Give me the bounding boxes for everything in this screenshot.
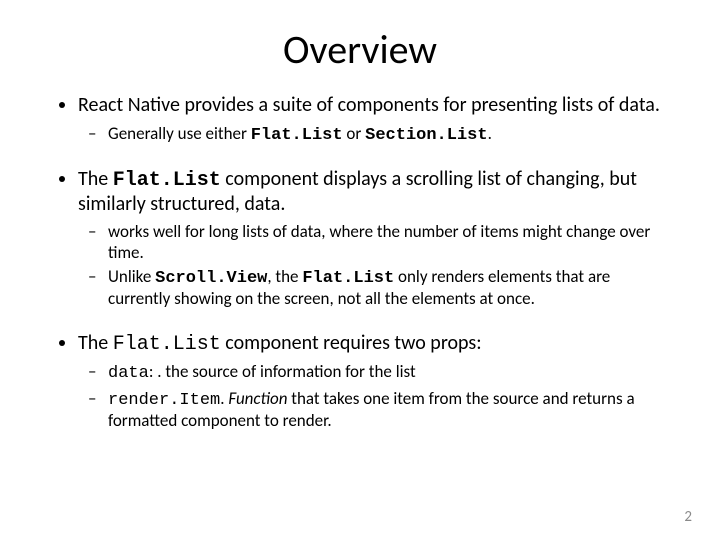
bullet-text: React Native provides a suite of compone… bbox=[78, 93, 660, 117]
sub-item: Generally use either Flat.List or Sectio… bbox=[108, 124, 670, 146]
sub-item: works well for long lists of data, where… bbox=[108, 222, 670, 263]
bullet-list: React Native provides a suite of compone… bbox=[50, 94, 670, 432]
code-renderitem-prop: render.Item bbox=[108, 391, 220, 410]
code-data-prop: data bbox=[108, 364, 149, 383]
code-sectionlist: Section.List bbox=[365, 126, 487, 145]
code-flatlist: Flat.List bbox=[113, 169, 221, 192]
sub-item: Unlike Scroll.View, the Flat.List only r… bbox=[108, 267, 670, 310]
sub-item: render.Item. Function that takes one ite… bbox=[108, 389, 670, 432]
slide-title: Overview bbox=[50, 25, 670, 74]
sub-list: data: . the source of information for th… bbox=[78, 362, 670, 431]
sub-item: data: . the source of information for th… bbox=[108, 362, 670, 384]
bullet-item: The Flat.List component requires two pro… bbox=[78, 332, 670, 432]
sub-list: works well for long lists of data, where… bbox=[78, 222, 670, 310]
code-scrollview: Scroll.View bbox=[155, 269, 267, 288]
page-number: 2 bbox=[684, 508, 692, 526]
code-flatlist: Flat.List bbox=[113, 333, 221, 356]
code-flatlist: Flat.List bbox=[302, 269, 394, 288]
bullet-item: The Flat.List component displays a scrol… bbox=[78, 168, 670, 310]
bullet-item: React Native provides a suite of compone… bbox=[78, 94, 670, 146]
code-flatlist: Flat.List bbox=[251, 126, 343, 145]
sub-list: Generally use either Flat.List or Sectio… bbox=[78, 124, 670, 146]
slide: Overview React Native provides a suite o… bbox=[0, 0, 720, 540]
emphasis: Function bbox=[228, 388, 287, 409]
